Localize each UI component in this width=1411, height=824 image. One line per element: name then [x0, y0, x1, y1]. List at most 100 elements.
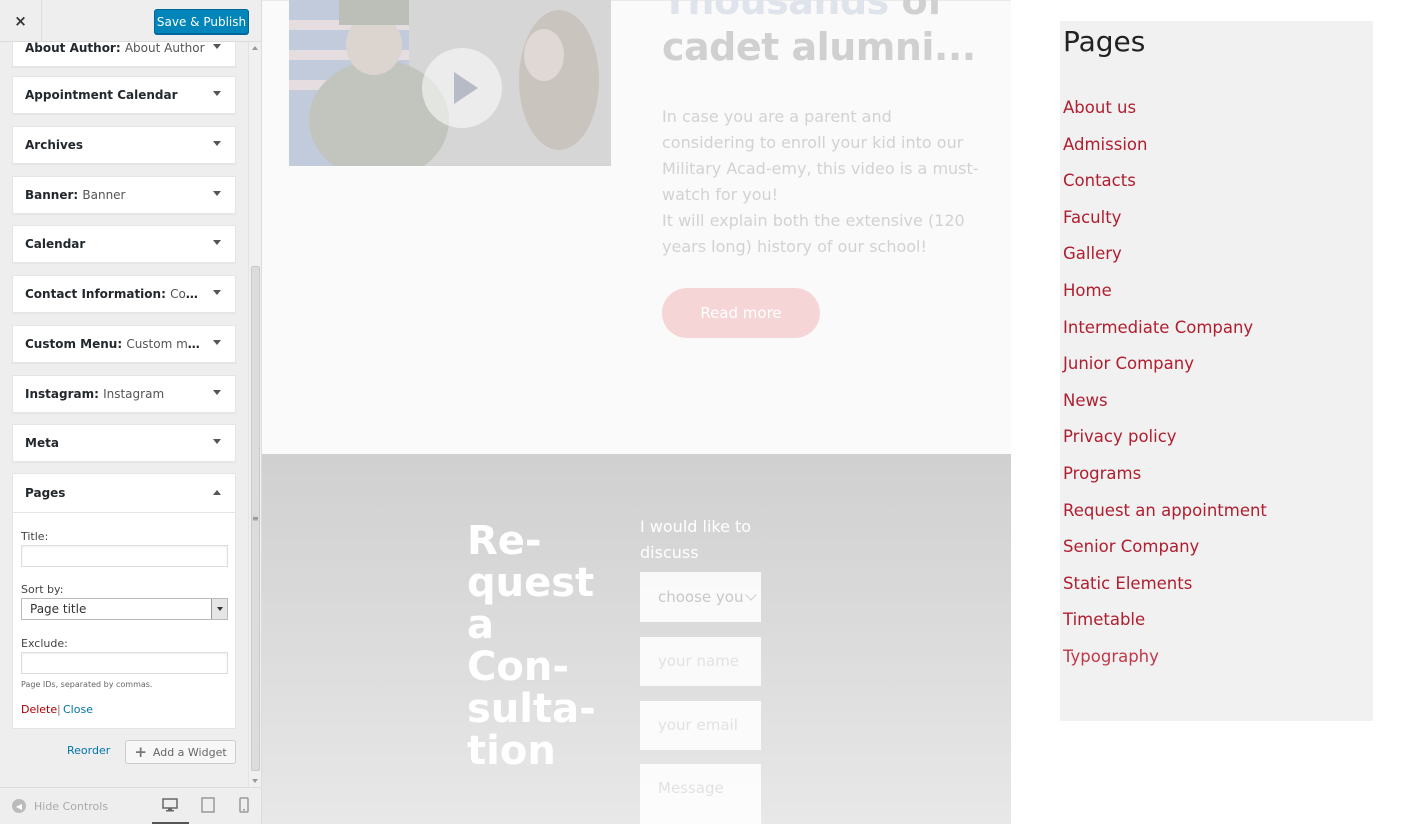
title-input[interactable] — [21, 545, 228, 567]
page-link[interactable]: Home — [1063, 281, 1267, 318]
exclude-input[interactable] — [21, 652, 228, 674]
hero-paragraph: In case you are a parent and considering… — [662, 107, 979, 204]
arrow-left-icon: ◀ — [12, 799, 26, 813]
video-thumbnail[interactable] — [289, 0, 611, 166]
widget-title: Instagram: Instagram — [25, 387, 165, 401]
expand-arrow-icon[interactable] — [213, 390, 221, 395]
expand-arrow-icon[interactable] — [213, 44, 221, 49]
expand-arrow-icon[interactable] — [213, 240, 221, 245]
close-icon[interactable]: × — [0, 0, 42, 42]
consultation-background — [262, 454, 1011, 824]
scroll-down-icon[interactable] — [252, 779, 258, 783]
play-icon — [454, 72, 478, 104]
delete-link[interactable]: Delete — [21, 703, 57, 716]
widget-pages-expanded: Pages Title: Sort by: Page title Exclude… — [12, 473, 236, 729]
page-link[interactable]: Contacts — [1063, 171, 1267, 208]
pages-sidebar-widget: Pages About us Admission Contacts Facult… — [1060, 21, 1373, 721]
select-arrow-icon[interactable] — [211, 599, 227, 619]
widget-custom-menu[interactable]: Custom Menu: Custom menu — [12, 325, 236, 363]
widget-heading: Pages — [1063, 25, 1146, 58]
hide-controls-label: Hide Controls — [34, 799, 109, 813]
site-preview: Thousands of cadet alumni... In case you… — [262, 0, 1411, 824]
consultation-footer-text: Before starting — [467, 810, 579, 824]
page-link[interactable]: About us — [1063, 98, 1267, 135]
widget-title: Pages — [25, 486, 66, 500]
hero-title: Thousands of cadet alumni... — [662, 0, 992, 70]
play-button[interactable] — [422, 48, 502, 128]
name-field[interactable]: your name — [640, 637, 761, 686]
scrollbar[interactable]: ≡ — [248, 42, 261, 787]
topic-select-value: choose you — [658, 588, 744, 606]
chevron-down-icon — [745, 589, 757, 601]
discuss-label: I would like to discuss — [640, 517, 752, 562]
page-link[interactable]: Privacy policy — [1063, 427, 1267, 464]
page-link[interactable]: News — [1063, 391, 1267, 428]
scroll-up-icon[interactable] — [252, 46, 258, 50]
main-content: Thousands of cadet alumni... In case you… — [262, 0, 1011, 824]
expand-arrow-icon[interactable] — [213, 340, 221, 345]
read-more-button[interactable]: Read more — [662, 288, 820, 338]
close-link[interactable]: Close — [63, 703, 93, 716]
widget-title: Contact Information: Contact... — [25, 287, 205, 301]
expand-arrow-icon[interactable] — [213, 91, 221, 96]
widget-title: Calendar — [25, 237, 86, 251]
exclude-label: Exclude: — [21, 637, 68, 650]
widget-list: About Author: About Author Appointment C… — [0, 0, 248, 787]
sort-by-label: Sort by: — [21, 583, 64, 596]
expand-arrow-icon[interactable] — [213, 191, 221, 196]
title-label: Title: — [21, 530, 49, 543]
customizer-footer: ◀ Hide Controls — [0, 787, 261, 824]
page-link[interactable]: Gallery — [1063, 244, 1267, 281]
page-link[interactable]: Junior Company — [1063, 354, 1267, 391]
link-separator: | — [57, 703, 61, 716]
widget-banner[interactable]: Banner: Banner — [12, 176, 236, 214]
expand-arrow-icon[interactable] — [213, 141, 221, 146]
email-field[interactable]: your email — [640, 701, 761, 750]
page-link[interactable]: Typography — [1063, 647, 1267, 684]
topic-select[interactable]: choose you — [640, 572, 761, 622]
consultation-title: Re-quest a Con-sulta-tion — [467, 518, 596, 774]
widget-title: Meta — [25, 436, 59, 450]
page-link[interactable]: Static Elements — [1063, 574, 1267, 611]
expand-arrow-icon[interactable] — [213, 439, 221, 444]
pages-list: About us Admission Contacts Faculty Gall… — [1063, 98, 1267, 684]
exclude-hint: Page IDs, separated by commas. — [21, 680, 153, 689]
hero-title-highlight: Thousands — [662, 0, 889, 23]
page-link[interactable]: Timetable — [1063, 610, 1267, 647]
widget-title: Appointment Calendar — [25, 88, 178, 102]
grip-icon: ≡ — [252, 514, 259, 523]
sort-by-value: Page title — [30, 602, 87, 616]
tablet-preview-icon[interactable] — [200, 797, 216, 813]
expand-arrow-icon[interactable] — [213, 290, 221, 295]
widget-calendar[interactable]: Calendar — [12, 225, 236, 263]
mobile-preview-icon[interactable] — [236, 797, 252, 813]
page-link[interactable]: Intermediate Company — [1063, 318, 1267, 355]
collapse-arrow-icon[interactable] — [213, 490, 221, 495]
widget-title: Custom Menu: Custom menu — [25, 337, 205, 351]
save-publish-button[interactable]: Save & Publish — [154, 9, 249, 34]
page-link[interactable]: Senior Company — [1063, 537, 1267, 574]
consultation-section: Re-quest a Con-sulta-tion I would like t… — [262, 454, 1011, 824]
page-link[interactable]: Request an appointment — [1063, 501, 1267, 538]
widget-title: Archives — [25, 138, 84, 152]
plus-icon: + — [134, 743, 147, 761]
desktop-preview-icon[interactable] — [162, 797, 178, 813]
add-widget-button[interactable]: + Add a Widget — [125, 740, 236, 764]
widget-contact-information[interactable]: Contact Information: Contact... — [12, 275, 236, 313]
widget-pages-header[interactable]: Pages — [13, 474, 235, 513]
page-link[interactable]: Admission — [1063, 135, 1267, 172]
widget-instagram[interactable]: Instagram: Instagram — [12, 375, 236, 413]
hide-controls-button[interactable]: ◀ Hide Controls — [12, 799, 108, 813]
sort-by-select[interactable]: Page title — [21, 598, 228, 620]
widget-archives[interactable]: Archives — [12, 126, 236, 164]
customizer-header: × Save & Publish — [0, 0, 261, 42]
page-link[interactable]: Faculty — [1063, 208, 1267, 245]
widget-meta[interactable]: Meta — [12, 424, 236, 462]
widget-title: Banner: Banner — [25, 188, 126, 202]
widget-appointment-calendar[interactable]: Appointment Calendar — [12, 76, 236, 114]
message-field[interactable]: Message — [640, 764, 761, 824]
reorder-link[interactable]: Reorder — [67, 744, 110, 757]
customizer-panel: About Author: About Author Appointment C… — [0, 0, 262, 824]
page-link[interactable]: Programs — [1063, 464, 1267, 501]
add-widget-label: Add a Widget — [152, 745, 227, 759]
